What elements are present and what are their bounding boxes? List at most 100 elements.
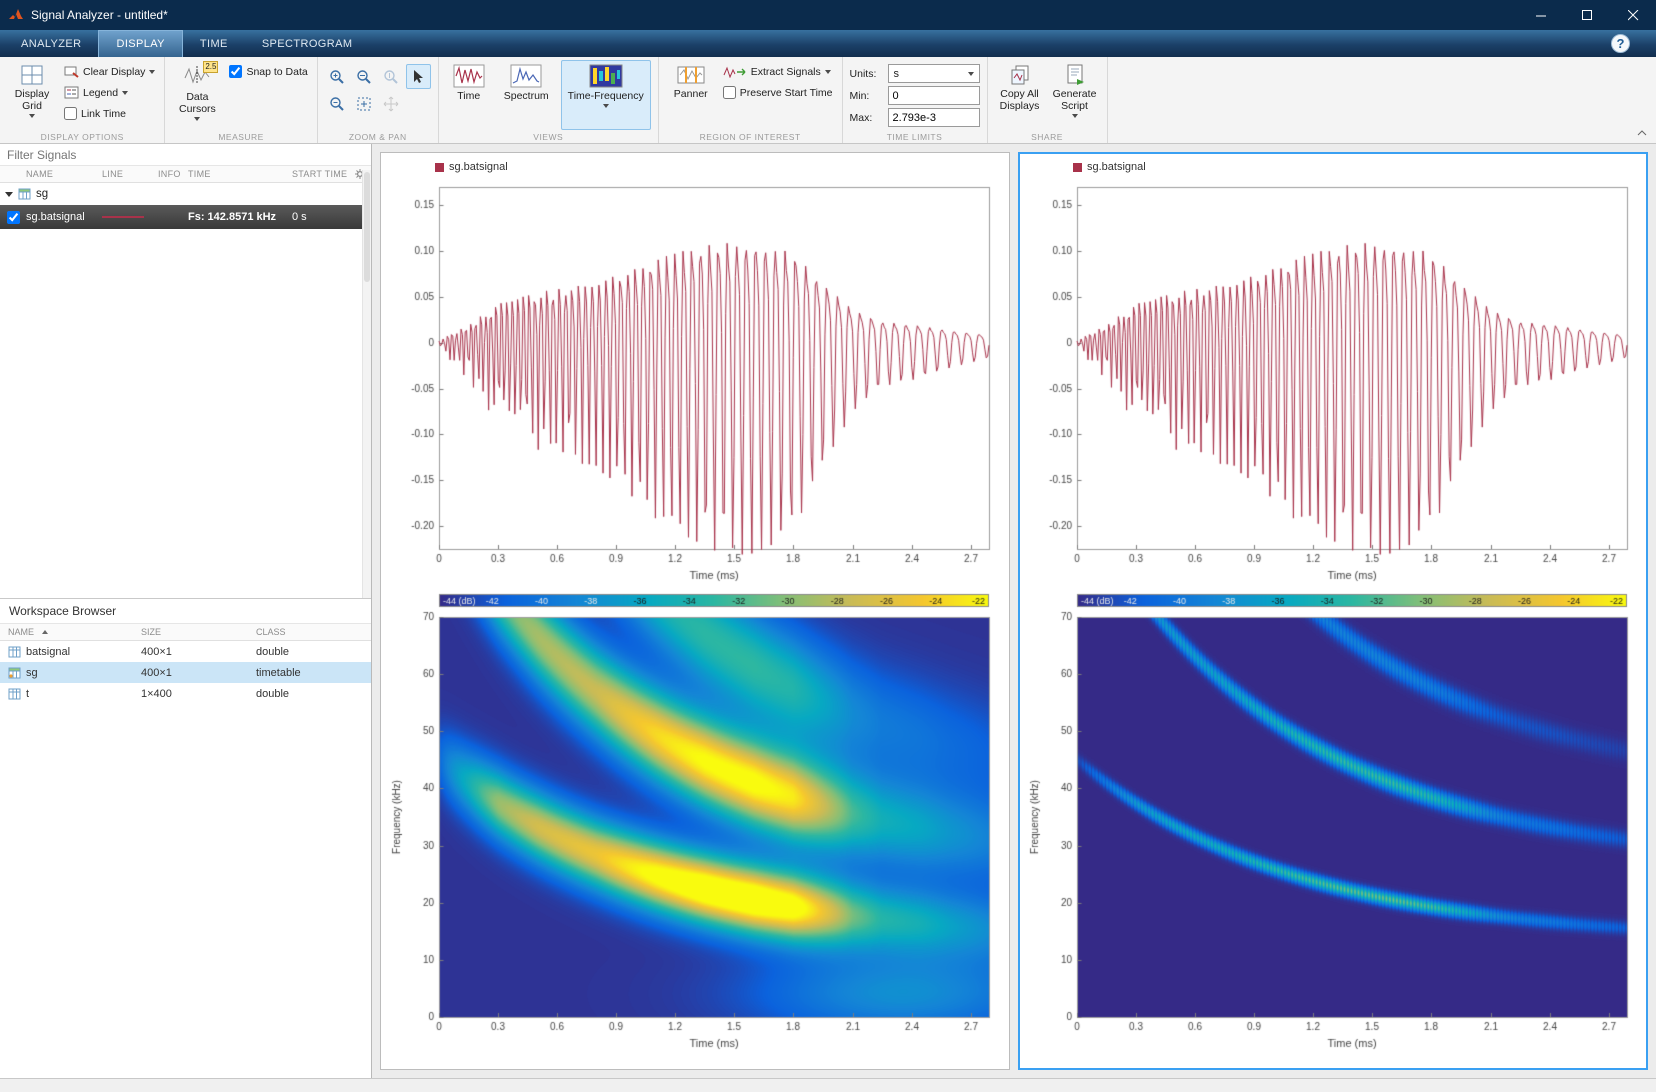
generate-script-label: Generate Script	[1052, 88, 1097, 113]
close-button[interactable]	[1610, 0, 1656, 30]
signals-scrollbar[interactable]	[362, 170, 371, 598]
toolstrip-tabs: ANALYZER DISPLAY TIME SPECTROGRAM ?	[0, 30, 1656, 57]
section-label: SHARE	[1031, 132, 1063, 142]
window-title: Signal Analyzer - untitled*	[31, 8, 168, 22]
copy-all-displays-button[interactable]: Copy All Displays	[995, 60, 1045, 130]
zoom-in-y-button[interactable]	[379, 64, 404, 89]
filter-signals-input[interactable]	[7, 148, 350, 162]
time-view-button[interactable]: Time	[446, 60, 492, 130]
col-time[interactable]: TIME	[188, 169, 292, 179]
signal-row[interactable]: sg.batsignal Fs: 142.8571 kHz 0 s	[0, 205, 371, 229]
col-name[interactable]: NAME	[26, 169, 102, 179]
display-grid-button[interactable]: Display Grid	[7, 60, 57, 130]
legend-swatch	[1073, 162, 1082, 172]
collapse-ribbon-button[interactable]	[1634, 127, 1650, 139]
units-select[interactable]: s	[887, 64, 980, 83]
workspace-browser-title: Workspace Browser	[9, 604, 117, 618]
section-zoom-pan: ZOOM & PAN	[318, 57, 439, 143]
panner-button[interactable]: Panner	[666, 60, 716, 130]
minimize-button[interactable]	[1518, 0, 1564, 30]
extract-signals-button[interactable]: Extract Signals	[721, 62, 835, 81]
pan-icon	[383, 96, 399, 111]
display-panel-2[interactable]: sg.batsignal	[1018, 152, 1648, 1070]
legend-swatch	[435, 162, 444, 172]
chevron-down-icon	[122, 90, 129, 95]
workspace-row-sg[interactable]: sg 400×1 timetable	[0, 662, 371, 683]
variable-icon	[8, 688, 21, 699]
expander-icon[interactable]	[5, 191, 13, 197]
max-input[interactable]	[887, 108, 980, 127]
time-frequency-view-button[interactable]: Time-Frequency	[560, 60, 651, 130]
legend: sg.batsignal	[1025, 157, 1641, 177]
extract-signals-label: Extract Signals	[750, 65, 821, 78]
display-panel-1[interactable]: sg.batsignal	[380, 152, 1010, 1070]
zoom-in-x-button[interactable]	[352, 64, 377, 89]
link-time-option[interactable]: Link Time	[62, 104, 157, 123]
legend-label: sg.batsignal	[1087, 161, 1146, 173]
col-ws-size[interactable]: SIZE	[141, 627, 256, 637]
min-input[interactable]	[887, 86, 980, 105]
signal-checkbox[interactable]	[6, 210, 20, 224]
scrollbar-thumb[interactable]	[364, 172, 370, 282]
cursor-value-badge: 2.5	[203, 61, 219, 73]
col-line[interactable]: LINE	[102, 169, 158, 179]
time-frequency-view-icon	[589, 64, 623, 88]
data-cursors-button[interactable]: 2.5 Data Cursors	[172, 60, 222, 130]
ribbon-spacer	[1108, 57, 1656, 143]
link-time-label: Link Time	[81, 107, 126, 120]
signal-name: sg.batsignal	[26, 211, 85, 223]
spectrogram-canvas[interactable]	[1025, 611, 1641, 1059]
maximize-button[interactable]	[1564, 0, 1610, 30]
col-ws-name[interactable]: NAME	[0, 627, 141, 637]
signal-table-header: NAME LINE INFO TIME START TIME	[0, 165, 371, 183]
spectrum-view-icon	[510, 64, 542, 88]
col-start-time[interactable]: START TIME	[292, 169, 349, 179]
workspace-row-t[interactable]: t 1×400 double	[0, 683, 371, 704]
legend-button[interactable]: Legend	[62, 83, 157, 102]
legend-icon	[64, 86, 79, 99]
tab-spectrogram[interactable]: SPECTROGRAM	[245, 30, 370, 57]
status-bar	[0, 1078, 1656, 1092]
time-plot-canvas[interactable]	[387, 177, 1003, 591]
tab-time[interactable]: TIME	[183, 30, 245, 57]
filter-signals-row	[0, 144, 371, 165]
chevron-down-icon	[29, 114, 35, 119]
snap-to-data-checkbox[interactable]	[229, 65, 243, 78]
data-cursors-label: Data Cursors	[179, 91, 216, 116]
pan-button[interactable]	[379, 91, 404, 116]
chevron-down-icon	[967, 71, 974, 76]
display-grid-label: Display Grid	[14, 88, 50, 113]
tab-display[interactable]: DISPLAY	[98, 30, 183, 57]
legend-label: Legend	[83, 86, 119, 99]
zoom-out-button[interactable]	[325, 91, 350, 116]
signal-group-row[interactable]: sg	[0, 183, 371, 205]
section-share: Copy All Displays Generate Script SHARE	[988, 57, 1108, 143]
tab-analyzer[interactable]: ANALYZER	[4, 30, 98, 57]
signal-group-icon	[18, 188, 31, 200]
fit-to-view-button[interactable]	[352, 91, 377, 116]
preserve-start-time-checkbox[interactable]	[722, 86, 736, 99]
title-bar: Signal Analyzer - untitled*	[0, 0, 1656, 30]
extract-signals-icon	[723, 66, 746, 78]
preserve-start-time-option[interactable]: Preserve Start Time	[721, 83, 835, 102]
section-label: DISPLAY OPTIONS	[40, 132, 124, 142]
displays-area: sg.batsignal sg.batsignal	[372, 144, 1656, 1078]
zoom-in-button[interactable]	[325, 64, 350, 89]
help-button[interactable]: ?	[1611, 34, 1630, 53]
spectrum-view-button[interactable]: Spectrum	[497, 60, 556, 130]
zoom-in-x-icon	[357, 69, 371, 84]
col-ws-class[interactable]: CLASS	[256, 627, 371, 637]
spectrogram-canvas[interactable]	[387, 611, 1003, 1059]
preserve-start-time-label: Preserve Start Time	[739, 86, 833, 99]
workspace-row-batsignal[interactable]: batsignal 400×1 double	[0, 641, 371, 662]
section-views: Time Spectrum Time-Frequency VIEWS	[439, 57, 659, 143]
col-info[interactable]: INFO	[158, 169, 188, 179]
link-time-checkbox[interactable]	[64, 107, 77, 120]
time-plot-canvas[interactable]	[1025, 177, 1641, 591]
generate-script-button[interactable]: Generate Script	[1050, 60, 1100, 130]
pointer-tool-button[interactable]	[405, 64, 431, 89]
snap-to-data-option[interactable]: Snap to Data	[227, 62, 309, 81]
time-frequency-view-label: Time-Frequency	[567, 90, 644, 102]
clear-display-button[interactable]: Clear Display	[62, 62, 157, 81]
section-label: MEASURE	[218, 132, 264, 142]
